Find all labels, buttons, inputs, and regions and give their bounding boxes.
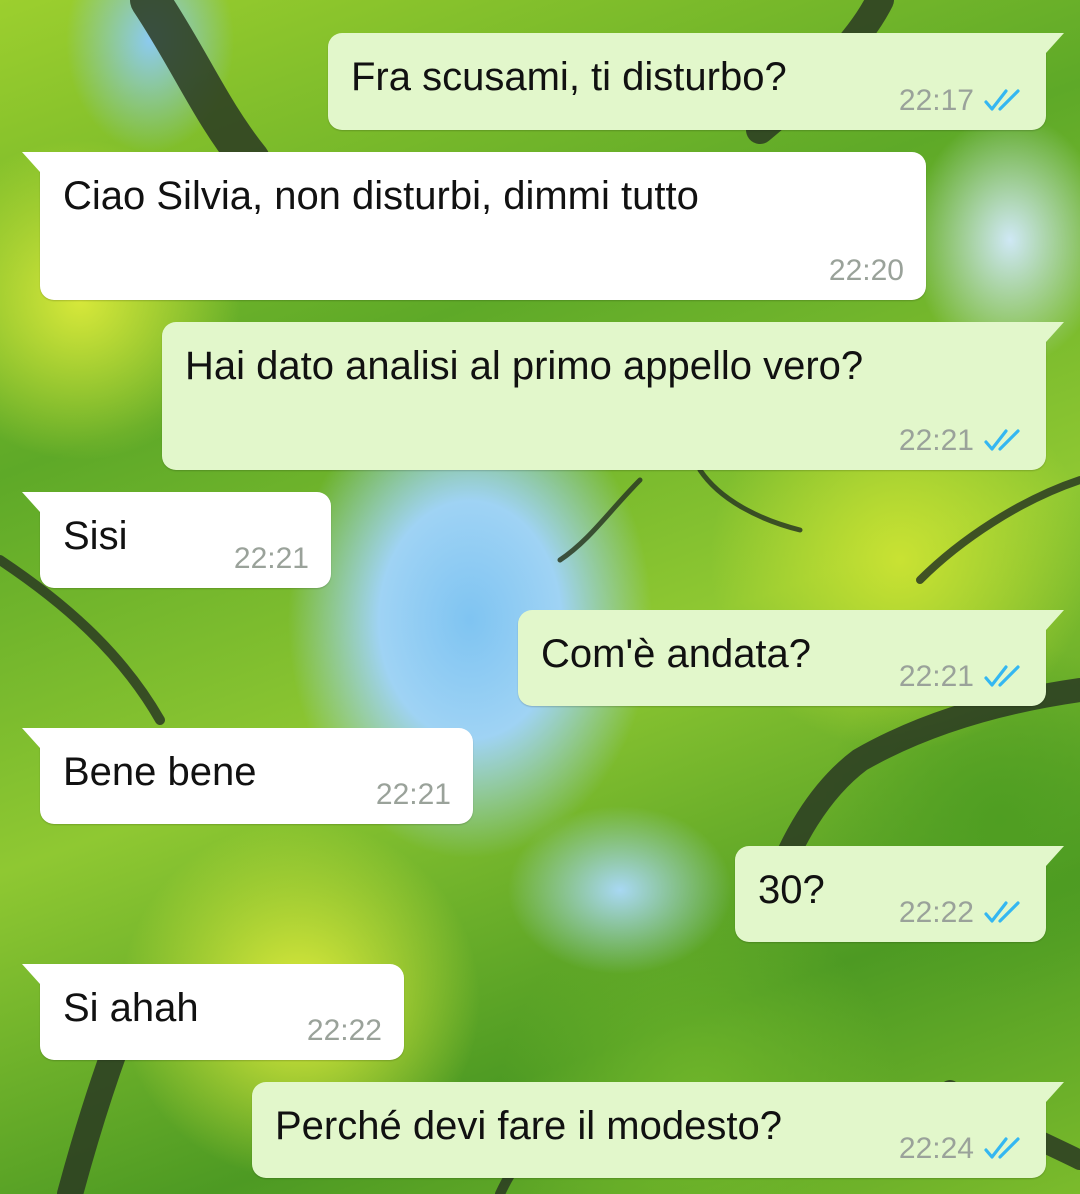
message-meta: 22:17 bbox=[899, 84, 1024, 118]
message-text: Si ahah bbox=[63, 986, 199, 1030]
message-bubble-incoming[interactable]: Bene bene 22:21 bbox=[22, 728, 473, 824]
double-check-read-icon bbox=[984, 429, 1020, 451]
message-bubble-outgoing[interactable]: Perché devi fare il modesto? 22:24 bbox=[252, 1082, 1064, 1178]
message-time: 22:21 bbox=[233, 542, 309, 575]
double-check-read-icon bbox=[984, 89, 1020, 111]
message-text: Perché devi fare il modesto? bbox=[275, 1104, 782, 1148]
message-bubble-incoming[interactable]: Si ahah 22:22 bbox=[22, 964, 404, 1060]
message-meta: 22:21 bbox=[899, 424, 1024, 458]
message-meta: 22:22 bbox=[899, 896, 1024, 930]
message-text: 30? bbox=[758, 868, 825, 912]
message-time: 22:20 bbox=[828, 254, 904, 287]
message-meta: 22:22 bbox=[307, 1014, 382, 1048]
message-text: Bene bene bbox=[63, 750, 257, 794]
message-bubble-incoming[interactable]: Sisi 22:21 bbox=[22, 492, 331, 588]
message-text: Sisi bbox=[63, 514, 128, 558]
double-check-read-icon bbox=[984, 901, 1020, 923]
message-text: Ciao Silvia, non disturbi, dimmi tutto bbox=[63, 174, 699, 218]
message-text: Com'è andata? bbox=[541, 632, 812, 676]
message-bubble-outgoing[interactable]: 30? 22:22 bbox=[735, 846, 1064, 942]
double-check-read-icon bbox=[984, 1137, 1020, 1159]
message-meta: 22:21 bbox=[899, 660, 1024, 694]
message-meta: 22:24 bbox=[899, 1132, 1024, 1166]
message-time: 22:22 bbox=[898, 896, 974, 929]
message-bubble-outgoing[interactable]: Com'è andata? 22:21 bbox=[518, 610, 1064, 706]
message-bubble-outgoing[interactable]: Fra scusami, ti disturbo? 22:17 bbox=[328, 33, 1064, 130]
message-meta: 22:21 bbox=[376, 778, 451, 812]
message-time: 22:21 bbox=[375, 778, 451, 811]
message-time: 22:17 bbox=[898, 84, 974, 117]
message-bubble-outgoing[interactable]: Hai dato analisi al primo appello vero? … bbox=[162, 322, 1064, 470]
message-time: 22:22 bbox=[306, 1014, 382, 1047]
message-bubble-incoming[interactable]: Ciao Silvia, non disturbi, dimmi tutto 2… bbox=[22, 152, 926, 300]
message-meta: 22:21 bbox=[234, 542, 309, 576]
message-meta: 22:20 bbox=[829, 254, 904, 288]
double-check-read-icon bbox=[984, 665, 1020, 687]
message-text: Fra scusami, ti disturbo? bbox=[351, 55, 787, 99]
message-time: 22:21 bbox=[898, 424, 974, 457]
message-time: 22:24 bbox=[898, 1132, 974, 1165]
message-text: Hai dato analisi al primo appello vero? bbox=[185, 344, 864, 388]
message-time: 22:21 bbox=[898, 660, 974, 693]
